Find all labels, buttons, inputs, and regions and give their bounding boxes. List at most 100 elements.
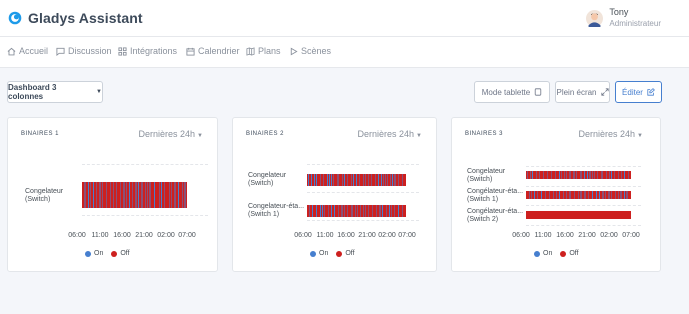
tick-label: 21:00 bbox=[578, 232, 596, 239]
tick-label: 07:00 bbox=[178, 232, 196, 239]
tick-label: 07:00 bbox=[622, 232, 640, 239]
gridline bbox=[82, 164, 208, 165]
legend-off[interactable]: Off bbox=[560, 250, 579, 257]
tick-label: 16:00 bbox=[556, 232, 574, 239]
tick-label: 06:00 bbox=[512, 232, 530, 239]
square-icon bbox=[535, 88, 542, 96]
nav-label: Discussion bbox=[68, 46, 112, 56]
fullscreen-label: Plein écran bbox=[556, 87, 597, 97]
nav-item-discussion[interactable]: Discussion bbox=[56, 46, 112, 56]
timeline-bar bbox=[526, 191, 631, 199]
row-label: Congélateur-éta... (Switch 1) bbox=[467, 188, 524, 203]
legend: On Off bbox=[534, 250, 587, 257]
row-label: Congelateur (Switch) bbox=[467, 168, 506, 183]
range-select[interactable]: Dernières 24h ▼ bbox=[358, 129, 422, 139]
gridline bbox=[82, 215, 208, 216]
tick-label: 02:00 bbox=[157, 232, 175, 239]
nav-item-scenes[interactable]: Scènes bbox=[289, 46, 331, 56]
tick-label: 16:00 bbox=[337, 232, 355, 239]
card-title: BINAIRES 1 bbox=[21, 131, 60, 137]
edit-icon bbox=[647, 88, 655, 96]
home-icon bbox=[7, 47, 16, 55]
range-label: Dernières 24h bbox=[578, 129, 636, 139]
map-icon bbox=[246, 46, 255, 56]
gridline bbox=[526, 225, 641, 226]
header: Gladys Assistant Tony Administrateur bbox=[0, 0, 689, 37]
user-role: Administrateur bbox=[609, 19, 661, 28]
brand[interactable]: Gladys Assistant bbox=[8, 10, 143, 26]
row-label: Congelateur (Switch) bbox=[248, 172, 287, 187]
dashboard-select[interactable]: Dashboard 3 colonnes ▼ bbox=[7, 81, 103, 103]
caret-down-icon: ▼ bbox=[197, 133, 203, 139]
tick-label: 21:00 bbox=[135, 232, 153, 239]
nav-item-integrations[interactable]: Intégrations bbox=[118, 46, 177, 56]
legend-on[interactable]: On bbox=[310, 250, 328, 257]
nav-label: Accueil bbox=[19, 46, 49, 56]
card-title: BINAIRES 3 bbox=[465, 131, 504, 137]
app-title: Gladys Assistant bbox=[28, 10, 143, 26]
tick-label: 07:00 bbox=[398, 232, 416, 239]
timeline-bar bbox=[82, 182, 187, 208]
legend-on[interactable]: On bbox=[534, 250, 552, 257]
gridline bbox=[526, 166, 641, 167]
legend: On Off bbox=[310, 250, 363, 257]
tick-label: 06:00 bbox=[68, 232, 86, 239]
range-label: Dernières 24h bbox=[357, 129, 415, 139]
main-nav: Accueil Discussion Intégrations Calendri… bbox=[0, 37, 689, 68]
tick-label: 02:00 bbox=[378, 232, 396, 239]
tablet-mode-button[interactable]: Mode tablette bbox=[474, 81, 550, 103]
tick-label: 21:00 bbox=[358, 232, 376, 239]
edit-button[interactable]: Éditer bbox=[615, 81, 662, 103]
user-name: Tony bbox=[609, 7, 629, 17]
gladys-logo-icon bbox=[8, 11, 22, 25]
timeline-bar bbox=[307, 205, 406, 217]
user-menu[interactable]: Tony Administrateur bbox=[586, 6, 661, 30]
message-square-icon bbox=[56, 47, 65, 56]
maximize-icon bbox=[600, 88, 609, 96]
gridline bbox=[307, 164, 419, 165]
tick-label: 11:00 bbox=[91, 232, 109, 239]
gridline bbox=[526, 186, 641, 187]
range-select[interactable]: Dernières 24h ▼ bbox=[139, 129, 203, 139]
nav-label: Plans bbox=[258, 46, 281, 56]
dashboard-select-label: Dashboard 3 colonnes bbox=[8, 83, 57, 101]
legend-on[interactable]: On bbox=[85, 250, 103, 257]
range-label: Dernières 24h bbox=[138, 129, 196, 139]
legend-off[interactable]: Off bbox=[336, 250, 355, 257]
row-label: Congelateur (Switch) bbox=[25, 188, 64, 203]
binary-chart-card-2: BINAIRES 2 Dernières 24h ▼ Congelateur (Sw… bbox=[232, 117, 437, 272]
nav-item-plans[interactable]: Plans bbox=[246, 46, 281, 56]
grid-icon bbox=[118, 46, 127, 56]
tablet-mode-label: Mode tablette bbox=[481, 87, 531, 97]
avatar bbox=[586, 9, 604, 27]
gridline bbox=[307, 220, 419, 221]
fullscreen-button[interactable]: Plein écran bbox=[555, 81, 610, 103]
nav-label: Calendrier bbox=[198, 46, 240, 56]
nav-label: Scènes bbox=[301, 46, 332, 56]
tick-label: 16:00 bbox=[113, 232, 131, 239]
nav-label: Intégrations bbox=[130, 46, 178, 56]
tick-label: 06:00 bbox=[294, 232, 312, 239]
caret-down-icon: ▼ bbox=[416, 133, 422, 139]
binary-chart-card-3: BINAIRES 3 Dernières 24h ▼ Congelateur (Sw… bbox=[451, 117, 661, 272]
gridline bbox=[526, 205, 641, 206]
timeline-bar bbox=[526, 171, 631, 179]
range-select[interactable]: Dernières 24h ▼ bbox=[579, 129, 643, 139]
row-label: Congelateur-éta... (Switch 1) bbox=[248, 203, 305, 218]
edit-label: Éditer bbox=[622, 87, 643, 97]
play-icon bbox=[290, 47, 298, 55]
caret-down-icon: ▼ bbox=[96, 89, 102, 95]
timeline-bar bbox=[307, 174, 406, 186]
tick-label: 11:00 bbox=[316, 232, 334, 239]
nav-item-accueil[interactable]: Accueil bbox=[7, 46, 48, 56]
gridline bbox=[307, 192, 419, 193]
legend: On Off bbox=[85, 250, 138, 257]
legend-off[interactable]: Off bbox=[111, 250, 130, 257]
tick-label: 11:00 bbox=[534, 232, 552, 239]
nav-item-calendrier[interactable]: Calendrier bbox=[186, 46, 240, 56]
binary-chart-card-1: BINAIRES 1 Dernières 24h ▼ Congelateur (Sw… bbox=[7, 117, 218, 272]
caret-down-icon: ▼ bbox=[637, 133, 643, 139]
card-title: BINAIRES 2 bbox=[246, 131, 285, 137]
calendar-icon bbox=[186, 47, 195, 56]
tick-label: 02:00 bbox=[600, 232, 618, 239]
